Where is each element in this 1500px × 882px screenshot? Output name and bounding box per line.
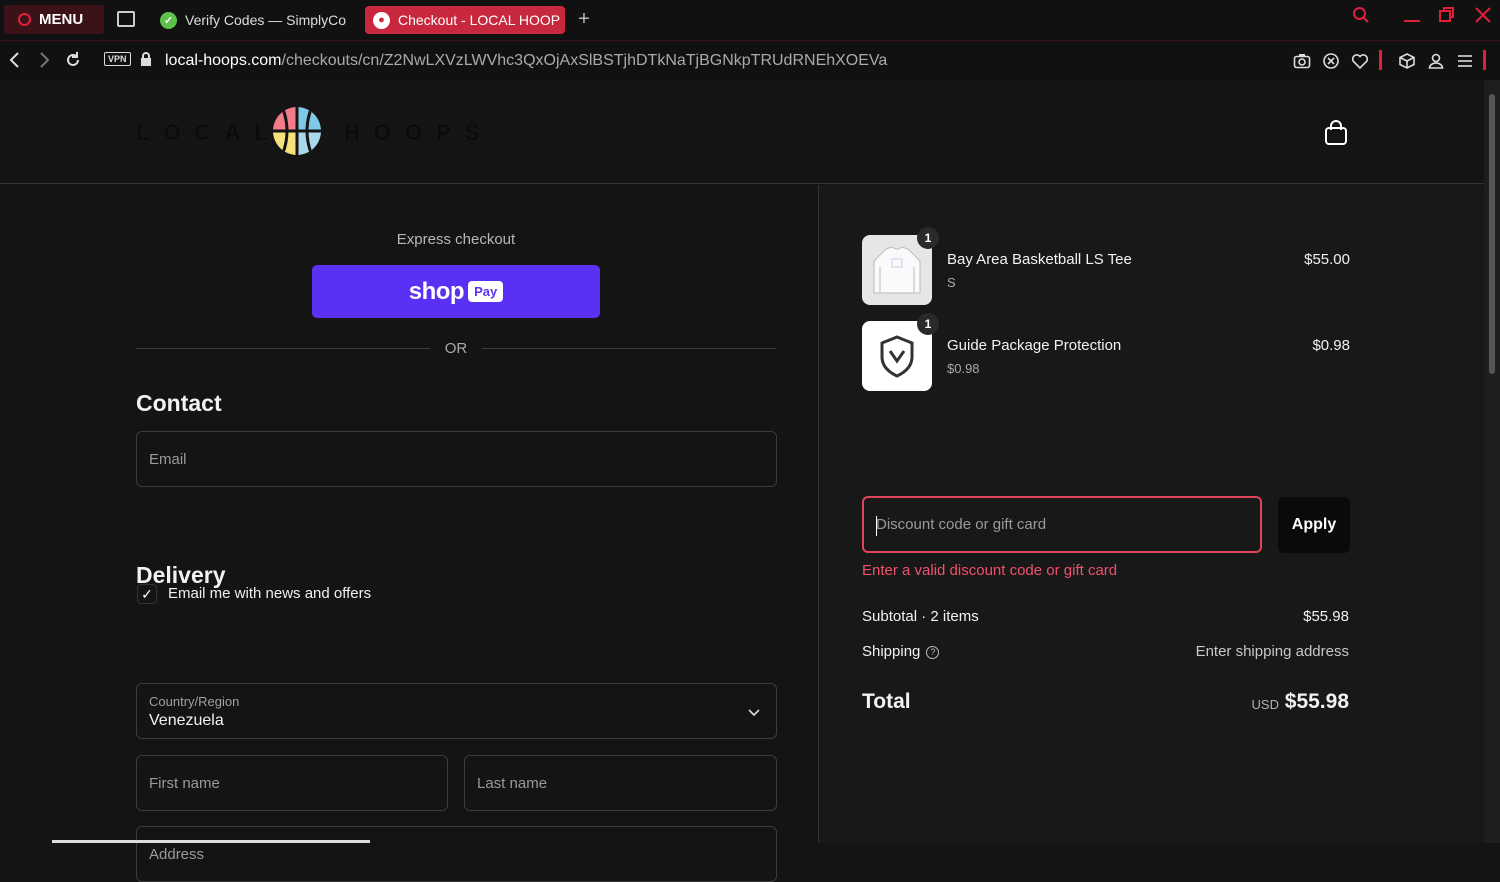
url-field[interactable]: local-hoops.com/checkouts/cn/Z2NwLXVzLWV… — [165, 52, 887, 70]
or-label: OR — [444, 340, 468, 357]
first-name-placeholder: First name — [149, 775, 220, 792]
shipping-value: Enter shipping address — [1195, 643, 1349, 660]
tab-islands-icon[interactable] — [117, 11, 135, 27]
local-hoops-favicon-icon: ● — [373, 11, 390, 29]
shield-icon: 1 — [862, 313, 939, 391]
minimize-button[interactable] — [1403, 6, 1421, 29]
subtotal-label: Subtotal · 2 items — [862, 608, 979, 625]
logo-text-right: HOOPS — [344, 120, 494, 145]
email-field[interactable]: Email — [136, 431, 777, 487]
new-tab-button[interactable]: + — [574, 8, 594, 30]
shop-pay-button[interactable]: shop Pay — [312, 265, 600, 318]
lock-icon[interactable] — [140, 52, 152, 66]
total-currency: USD — [1251, 697, 1279, 712]
line-item: 1 Guide Package Protection $0.98 $0.98 — [862, 313, 1350, 391]
page-scrollbar[interactable] — [1484, 80, 1500, 843]
logo-text-left: LOCAL — [136, 120, 282, 145]
country-select[interactable]: Country/Region Venezuela — [136, 683, 777, 739]
restore-button[interactable] — [1438, 6, 1456, 29]
discount-error-message: Enter a valid discount code or gift card — [862, 562, 1118, 579]
contact-heading: Contact — [136, 390, 222, 416]
country-value: Venezuela — [149, 712, 224, 729]
camera-icon[interactable] — [1293, 52, 1311, 70]
adblock-icon[interactable] — [1322, 52, 1340, 70]
separator — [1379, 50, 1382, 70]
url-path: /checkouts/cn/Z2NwLXVzLWVhc3QxOjAxSlBSTj… — [281, 52, 888, 69]
opera-icon — [18, 13, 31, 26]
quantity-badge: 1 — [917, 227, 939, 249]
browser-tab-bar: MENU ✓ Verify Codes — SimplyCo ● Checkou… — [0, 0, 1500, 40]
order-summary: 1 Bay Area Basketball LS Tee S $55.00 1 … — [818, 185, 1484, 843]
reload-icon[interactable] — [64, 51, 82, 74]
address-placeholder: Address — [149, 846, 205, 863]
vpn-badge[interactable]: VPN — [104, 52, 131, 66]
heart-icon[interactable] — [1351, 52, 1369, 70]
total-value: $55.98 — [1284, 690, 1349, 713]
quantity-badge: 1 — [917, 313, 939, 335]
first-name-field[interactable]: First name — [136, 755, 448, 811]
country-label: Country/Region — [149, 694, 240, 709]
shipping-row: Shipping? — [862, 643, 940, 660]
back-icon[interactable] — [8, 51, 22, 74]
item-price: $55.00 — [1304, 251, 1350, 268]
shop-pay-badge: Pay — [468, 281, 504, 302]
tab-checkout[interactable]: ● Checkout - LOCAL HOOP — [365, 6, 565, 34]
store-header: LOCAL HOOPS — [0, 80, 1484, 184]
divider — [136, 348, 430, 349]
checkout-form: Express checkout shop Pay OR Contact Ema… — [0, 185, 818, 882]
line-item: 1 Bay Area Basketball LS Tee S $55.00 — [862, 227, 1350, 305]
item-variant: $0.98 — [947, 361, 980, 376]
opera-menu-button[interactable]: MENU — [4, 5, 104, 34]
menu-label: MENU — [39, 11, 84, 28]
help-icon[interactable]: ? — [926, 646, 940, 659]
profile-icon[interactable] — [1427, 52, 1445, 70]
shop-pay-wordmark: shop — [408, 277, 465, 305]
address-field[interactable]: Address — [136, 826, 777, 882]
shipping-label: Shipping — [862, 643, 921, 660]
shopping-bag-icon[interactable] — [1324, 120, 1348, 146]
chevron-down-icon — [748, 704, 760, 720]
apply-button[interactable]: Apply — [1278, 497, 1350, 553]
item-name: Bay Area Basketball LS Tee — [947, 251, 1132, 268]
separator — [1483, 50, 1486, 70]
express-checkout-label: Express checkout — [396, 231, 516, 248]
last-name-placeholder: Last name — [477, 775, 548, 792]
tab-title: Verify Codes — SimplyCo — [185, 12, 347, 28]
forward-icon[interactable] — [37, 51, 51, 74]
last-name-field[interactable]: Last name — [464, 755, 777, 811]
email-placeholder: Email — [149, 451, 187, 468]
url-host: local-hoops.com — [165, 52, 282, 69]
search-tabs-icon[interactable] — [1352, 6, 1370, 29]
long-sleeve-tee-thumbnail: 1 — [862, 227, 939, 305]
item-variant: S — [947, 275, 956, 290]
tab-verify-codes[interactable]: ✓ Verify Codes — SimplyCo — [152, 6, 352, 34]
basketball-logo-icon[interactable] — [273, 107, 321, 155]
discount-code-input[interactable]: Discount code or gift card — [862, 496, 1262, 553]
checkout-page: LOCAL HOOPS Express checkout shop Pay OR… — [0, 80, 1484, 882]
simplycodes-favicon-icon: ✓ — [160, 11, 177, 29]
browser-address-bar: VPN local-hoops.com/checkouts/cn/Z2NwLXV… — [0, 40, 1500, 80]
cube-icon[interactable] — [1398, 52, 1416, 70]
tab-title: Checkout - LOCAL HOOP — [398, 12, 561, 28]
scrollbar-thumb[interactable] — [1489, 94, 1495, 374]
item-name: Guide Package Protection — [947, 337, 1122, 354]
total-label: Total — [862, 690, 911, 713]
delivery-heading: Delivery — [136, 562, 226, 588]
close-window-button[interactable] — [1474, 6, 1492, 29]
item-price: $0.98 — [1312, 337, 1350, 354]
discount-placeholder: Discount code or gift card — [876, 516, 1047, 533]
subtotal-value: $55.98 — [1303, 608, 1349, 625]
divider — [482, 348, 776, 349]
easy-setup-icon[interactable] — [1456, 52, 1474, 70]
